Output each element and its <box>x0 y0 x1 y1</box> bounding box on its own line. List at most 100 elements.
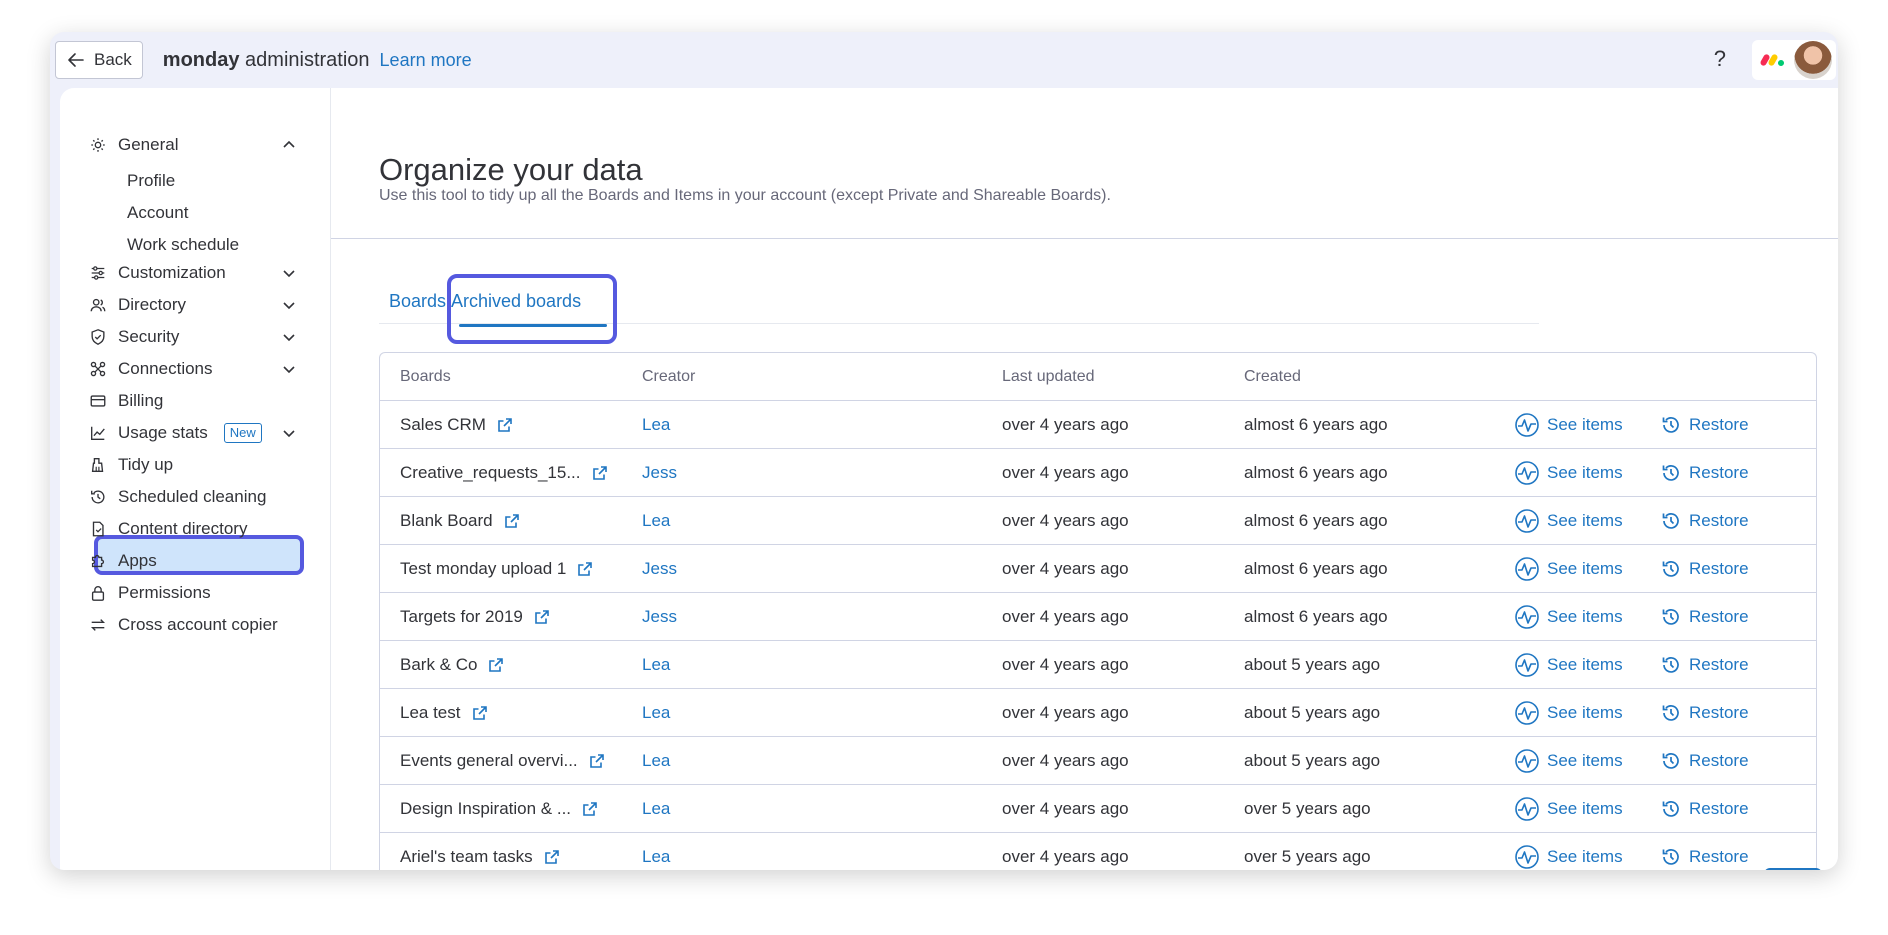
see-items-button[interactable]: See items <box>1514 556 1660 582</box>
restore-button[interactable]: Restore <box>1660 414 1749 436</box>
see-items-button[interactable]: See items <box>1514 796 1660 822</box>
learn-more-link[interactable]: Learn more <box>380 50 472 71</box>
restore-button[interactable]: Restore <box>1660 558 1749 580</box>
sidebar-item-tidy-up[interactable]: Tidy up <box>88 448 298 482</box>
sidebar-item-label: Cross account copier <box>118 615 278 634</box>
chevron-down-icon[interactable] <box>280 296 298 314</box>
external-link-icon[interactable] <box>588 752 606 770</box>
divider <box>331 238 1838 239</box>
lock-icon <box>88 583 108 603</box>
sidebar-item-general[interactable]: General <box>88 128 298 162</box>
see-items-button[interactable]: See items <box>1514 844 1660 870</box>
restore-label: Restore <box>1689 462 1749 482</box>
creator-link[interactable]: Lea <box>640 703 1002 723</box>
back-button[interactable]: Back <box>55 41 143 79</box>
column-header-creator: Creator <box>642 367 696 385</box>
board-name[interactable]: Creative_requests_15... <box>400 463 581 483</box>
creator-link[interactable]: Lea <box>640 847 1002 867</box>
sidebar-item-billing[interactable]: Billing <box>88 384 298 418</box>
sidebar-item-cross-account-copier[interactable]: Cross account copier <box>88 608 298 642</box>
restore-button[interactable]: Restore <box>1660 606 1749 628</box>
creator-link[interactable]: Lea <box>640 655 1002 675</box>
sidebar-item-connections[interactable]: Connections <box>88 352 298 386</box>
board-name[interactable]: Targets for 2019 <box>400 607 523 627</box>
restore-button[interactable]: Restore <box>1660 846 1749 868</box>
creator-link[interactable]: Lea <box>640 799 1002 819</box>
help-icon[interactable]: ? <box>1714 46 1726 72</box>
sidebar-item-content-directory[interactable]: Content directory <box>88 512 298 546</box>
sidebar-item-directory[interactable]: Directory <box>88 288 298 322</box>
external-link-icon[interactable] <box>581 800 599 818</box>
board-name[interactable]: Lea test <box>400 703 461 723</box>
sidebar-item-profile[interactable]: Profile <box>127 166 175 196</box>
scroll-to-top-button[interactable] <box>1764 868 1822 870</box>
broom-icon <box>88 455 108 475</box>
last-updated-value: over 4 years ago <box>1002 750 1129 770</box>
creator-link[interactable]: Jess <box>640 463 1002 483</box>
restore-button[interactable]: Restore <box>1660 702 1749 724</box>
restore-button[interactable]: Restore <box>1660 510 1749 532</box>
restore-icon <box>1660 654 1682 676</box>
page-title: Organize your data <box>379 152 643 187</box>
creator-link[interactable]: Lea <box>640 511 1002 531</box>
board-cell: Test monday upload 1 <box>380 559 640 579</box>
external-link-icon[interactable] <box>487 656 505 674</box>
sidebar-item-label: Security <box>118 327 180 346</box>
board-name[interactable]: Sales CRM <box>400 415 486 435</box>
board-name[interactable]: Blank Board <box>400 511 493 531</box>
tab-boards[interactable]: Boards <box>389 291 446 312</box>
see-items-button[interactable]: See items <box>1514 748 1660 774</box>
restore-button[interactable]: Restore <box>1660 798 1749 820</box>
sidebar-item-account[interactable]: Account <box>127 198 188 228</box>
board-name[interactable]: Ariel's team tasks <box>400 847 533 867</box>
external-link-icon[interactable] <box>503 512 521 530</box>
creator-link[interactable]: Lea <box>640 415 1002 435</box>
creator-link[interactable]: Jess <box>640 607 1002 627</box>
activity-icon <box>1514 796 1540 822</box>
sidebar-item-customization[interactable]: Customization <box>88 256 298 290</box>
external-link-icon[interactable] <box>533 608 551 626</box>
sidebar-item-security[interactable]: Security <box>88 320 298 354</box>
board-name[interactable]: Bark & Co <box>400 655 477 675</box>
see-items-button[interactable]: See items <box>1514 508 1660 534</box>
see-items-button[interactable]: See items <box>1514 412 1660 438</box>
app-title-brand: monday <box>162 48 240 71</box>
restore-button[interactable]: Restore <box>1660 462 1749 484</box>
sidebar-item-label: Usage stats <box>118 423 208 442</box>
board-name[interactable]: Design Inspiration & ... <box>400 799 571 819</box>
see-items-button[interactable]: See items <box>1514 652 1660 678</box>
external-link-icon[interactable] <box>543 848 561 866</box>
see-items-label: See items <box>1547 606 1623 626</box>
see-items-label: See items <box>1547 558 1623 578</box>
board-cell: Design Inspiration & ... <box>380 799 640 819</box>
external-link-icon[interactable] <box>496 416 514 434</box>
creator-link[interactable]: Lea <box>640 751 1002 771</box>
profile-menu[interactable] <box>1752 40 1836 80</box>
restore-button[interactable]: Restore <box>1660 750 1749 772</box>
board-name[interactable]: Test monday upload 1 <box>400 559 566 579</box>
sidebar-item-usage-stats[interactable]: Usage stats New <box>88 416 298 450</box>
sidebar-item-apps[interactable]: Apps <box>88 544 298 578</box>
see-items-button[interactable]: See items <box>1514 700 1660 726</box>
restore-button[interactable]: Restore <box>1660 654 1749 676</box>
chevron-down-icon[interactable] <box>280 264 298 282</box>
external-link-icon[interactable] <box>471 704 489 722</box>
external-link-icon[interactable] <box>591 464 609 482</box>
credit-card-icon <box>88 391 108 411</box>
chevron-down-icon[interactable] <box>280 424 298 442</box>
activity-icon <box>1514 556 1540 582</box>
chevron-down-icon[interactable] <box>280 328 298 346</box>
sidebar-item-permissions[interactable]: Permissions <box>88 576 298 610</box>
avatar[interactable] <box>1794 41 1832 79</box>
see-items-label: See items <box>1547 750 1623 770</box>
see-items-button[interactable]: See items <box>1514 460 1660 486</box>
board-name[interactable]: Events general overvi... <box>400 751 578 771</box>
external-link-icon[interactable] <box>576 560 594 578</box>
chevron-up-icon[interactable] <box>280 136 298 154</box>
chevron-down-icon[interactable] <box>280 360 298 378</box>
creator-link[interactable]: Jess <box>640 559 1002 579</box>
see-items-button[interactable]: See items <box>1514 604 1660 630</box>
sidebar-item-scheduled-cleaning[interactable]: Scheduled cleaning <box>88 480 298 514</box>
sidebar-item-label: Connections <box>118 359 213 378</box>
history-icon <box>88 487 108 507</box>
